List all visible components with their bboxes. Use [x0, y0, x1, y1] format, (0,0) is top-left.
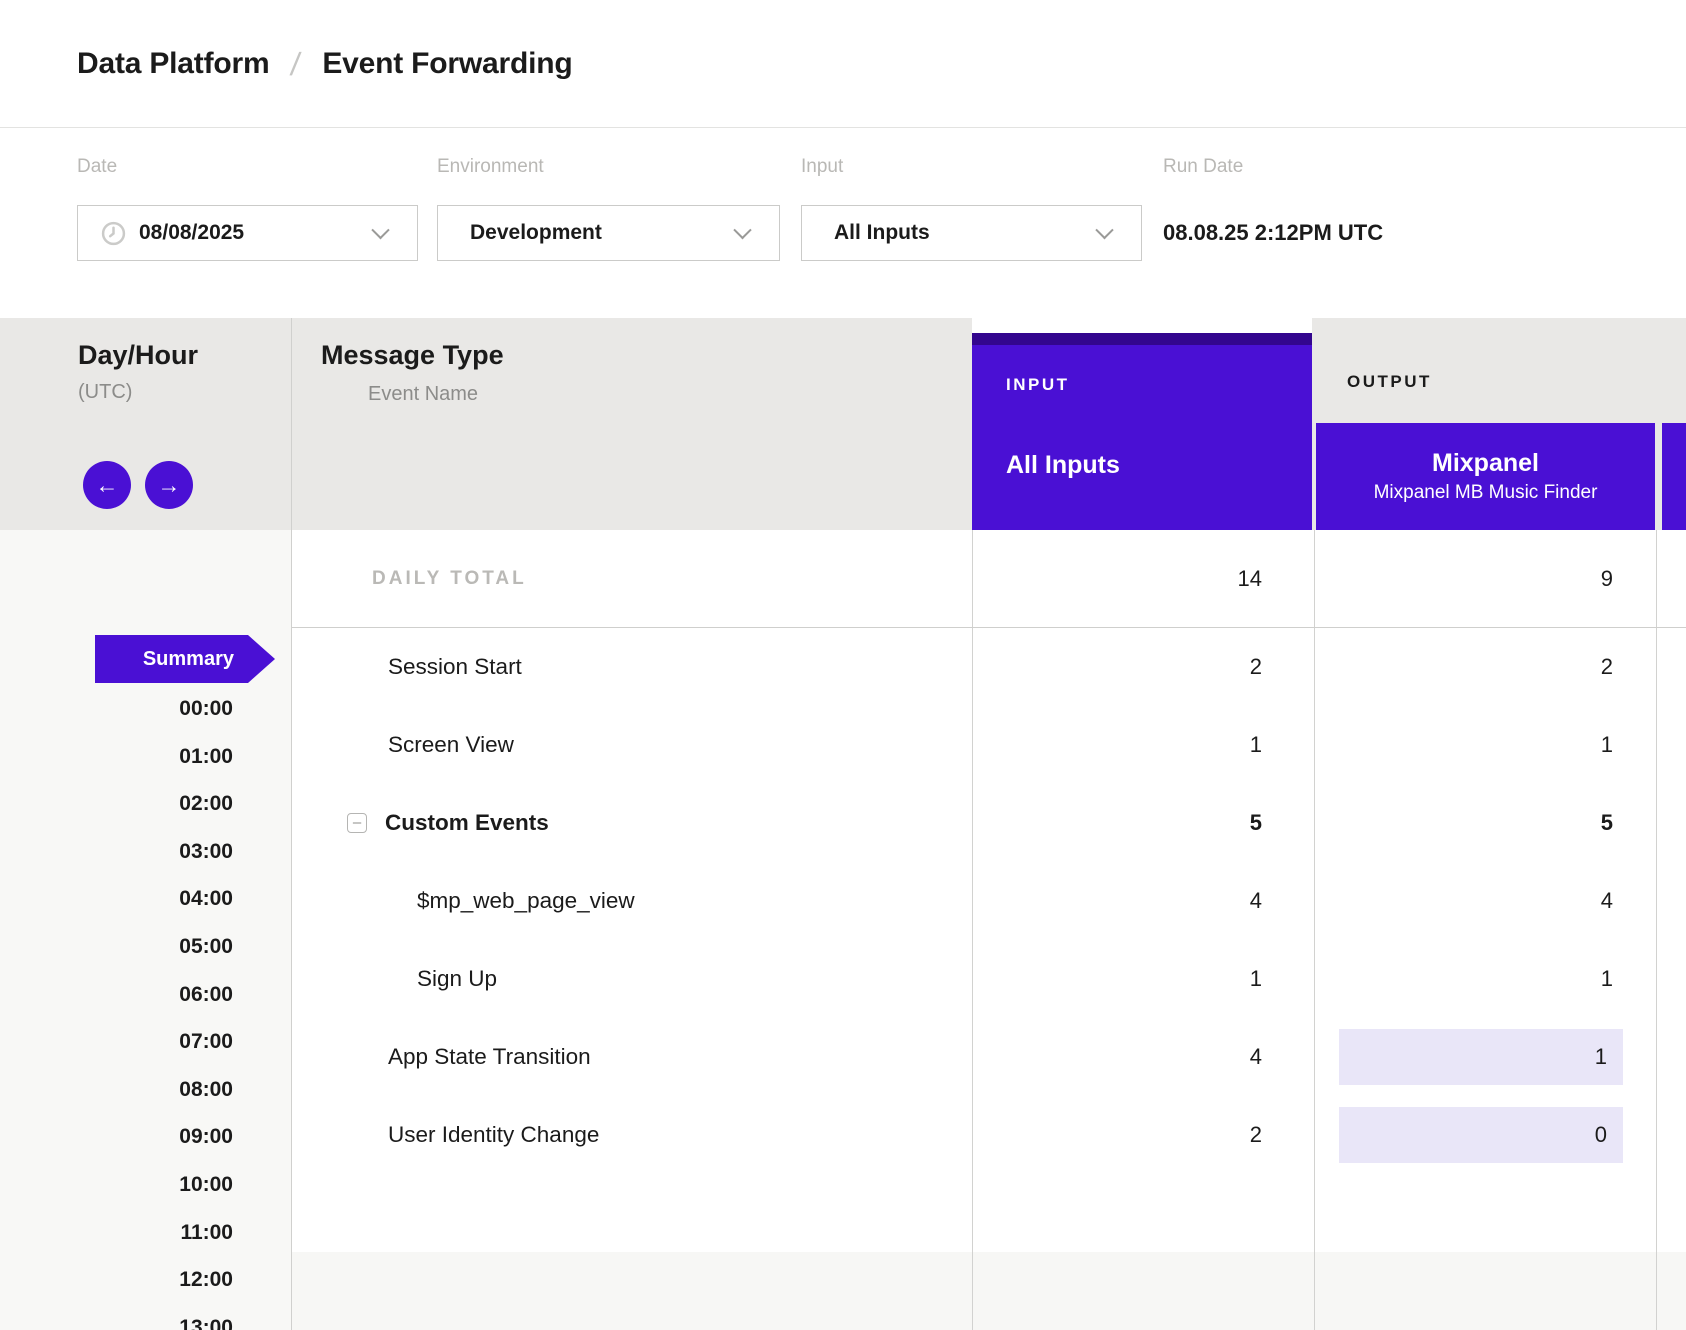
message-type-header: Message Type [321, 340, 504, 371]
event-row-label[interactable]: Sign Up [417, 940, 497, 1018]
input-count-cell: 5 [972, 784, 1312, 862]
hour-row-0000[interactable]: 00:00 [0, 685, 233, 733]
environment-select[interactable]: Development [437, 205, 780, 261]
hour-row-0100[interactable]: 01:00 [0, 733, 233, 781]
chevron-down-icon [371, 221, 389, 239]
hour-row-0500[interactable]: 05:00 [0, 923, 233, 971]
daily-total-label: Daily Total [372, 530, 527, 627]
date-value: 08/08/2025 [139, 221, 244, 245]
output-count-cell: 4 [1316, 862, 1655, 940]
table-row: Session Start 2 2 [292, 628, 1686, 706]
table-row: – Custom Events 5 5 [292, 784, 1686, 862]
input-count-cell: 1 [972, 706, 1312, 784]
arrow-left-icon: ← [96, 472, 119, 499]
output-section-label: OUTPUT [1347, 372, 1432, 392]
daily-total-input-count: 14 [972, 530, 1312, 627]
output-column-name: Mixpanel [1432, 450, 1539, 476]
date-filter-label: Date [77, 156, 117, 178]
collapse-icon[interactable]: – [347, 813, 367, 833]
daily-total-row: Daily Total 14 9 [292, 530, 1686, 628]
breadcrumb-section[interactable]: Data Platform [77, 47, 269, 81]
run-date-label: Run Date [1163, 156, 1243, 178]
hour-row-1000[interactable]: 10:00 [0, 1161, 233, 1209]
hour-row-0800[interactable]: 08:00 [0, 1066, 233, 1114]
filter-bar: Date Environment Input Run Date 08/08/20… [0, 128, 1686, 318]
summary-row-badge[interactable]: Summary [95, 635, 248, 683]
table-footer-band [292, 1252, 1686, 1330]
table-row: Sign Up 1 1 [292, 940, 1686, 1018]
chevron-down-icon [733, 221, 751, 239]
event-row-label[interactable]: User Identity Change [388, 1096, 599, 1174]
daily-total-output-count: 9 [1316, 530, 1655, 627]
event-forwarding-page: Data Platform / Event Forwarding Date En… [0, 0, 1686, 1330]
arrow-right-icon: → [158, 472, 181, 499]
environment-filter-label: Environment [437, 156, 544, 178]
table-row: $mp_web_page_view 4 4 [292, 862, 1686, 940]
table-row: User Identity Change 2 0 [292, 1096, 1686, 1174]
event-name-subheader: Event Name [368, 383, 478, 406]
day-hour-utc-note: (UTC) [78, 381, 132, 404]
input-count-cell: 2 [972, 1096, 1312, 1174]
topbar: Data Platform / Event Forwarding [0, 0, 1686, 128]
event-row-label[interactable]: $mp_web_page_view [417, 862, 635, 940]
hour-row-0200[interactable]: 02:00 [0, 780, 233, 828]
prev-day-button[interactable]: ← [83, 461, 131, 509]
input-column-header[interactable]: INPUT All Inputs [972, 333, 1312, 530]
input-count-cell: 4 [972, 1018, 1312, 1096]
output-count-cell-highlighted: 1 [1316, 1018, 1655, 1096]
event-row-label[interactable]: Screen View [388, 706, 514, 784]
output-column-subtitle: Mixpanel MB Music Finder [1374, 483, 1598, 503]
output-count-cell: 1 [1316, 706, 1655, 784]
run-date-value: 08.08.25 2:12PM UTC [1163, 205, 1383, 261]
breadcrumb: Data Platform / Event Forwarding [77, 0, 573, 128]
event-row-label[interactable]: Custom Events [385, 784, 549, 862]
input-column-top-gap [972, 318, 1312, 333]
input-select[interactable]: All Inputs [801, 205, 1142, 261]
hour-row-0300[interactable]: 03:00 [0, 828, 233, 876]
input-value: All Inputs [834, 221, 930, 245]
page-title: Event Forwarding [322, 47, 572, 81]
table-row: App State Transition 4 1 [292, 1018, 1686, 1096]
input-filter-label: Input [801, 156, 843, 178]
input-section-label: INPUT [1006, 375, 1070, 395]
output-count-cell-highlighted: 0 [1316, 1096, 1655, 1174]
table-row: Screen View 1 1 [292, 706, 1686, 784]
hour-row-0900[interactable]: 09:00 [0, 1113, 233, 1161]
output-column-header[interactable]: Mixpanel Mixpanel MB Music Finder [1316, 423, 1655, 530]
chevron-down-icon [1095, 221, 1113, 239]
hour-row-1300[interactable]: 13:00 [0, 1304, 233, 1330]
clock-icon [101, 221, 126, 246]
input-count-cell: 1 [972, 940, 1312, 1018]
output-column-next-partial [1662, 423, 1686, 530]
output-count-cell: 5 [1316, 784, 1655, 862]
hour-row-0600[interactable]: 06:00 [0, 971, 233, 1019]
date-select[interactable]: 08/08/2025 [77, 205, 418, 261]
breadcrumb-separator: / [289, 46, 303, 83]
input-column-name: All Inputs [1006, 451, 1120, 480]
environment-value: Development [470, 221, 602, 245]
output-count-cell: 1 [1316, 940, 1655, 1018]
input-count-cell: 2 [972, 628, 1312, 706]
next-day-button[interactable]: → [145, 461, 193, 509]
hour-row-1100[interactable]: 11:00 [0, 1209, 233, 1257]
hour-row-0700[interactable]: 07:00 [0, 1018, 233, 1066]
event-row-label[interactable]: App State Transition [388, 1018, 591, 1096]
event-row-label[interactable]: Session Start [388, 628, 522, 706]
day-hour-header: Day/Hour [78, 340, 198, 371]
hour-row-1200[interactable]: 12:00 [0, 1256, 233, 1304]
input-count-cell: 4 [972, 862, 1312, 940]
hour-row-0400[interactable]: 04:00 [0, 875, 233, 923]
output-count-cell: 2 [1316, 628, 1655, 706]
